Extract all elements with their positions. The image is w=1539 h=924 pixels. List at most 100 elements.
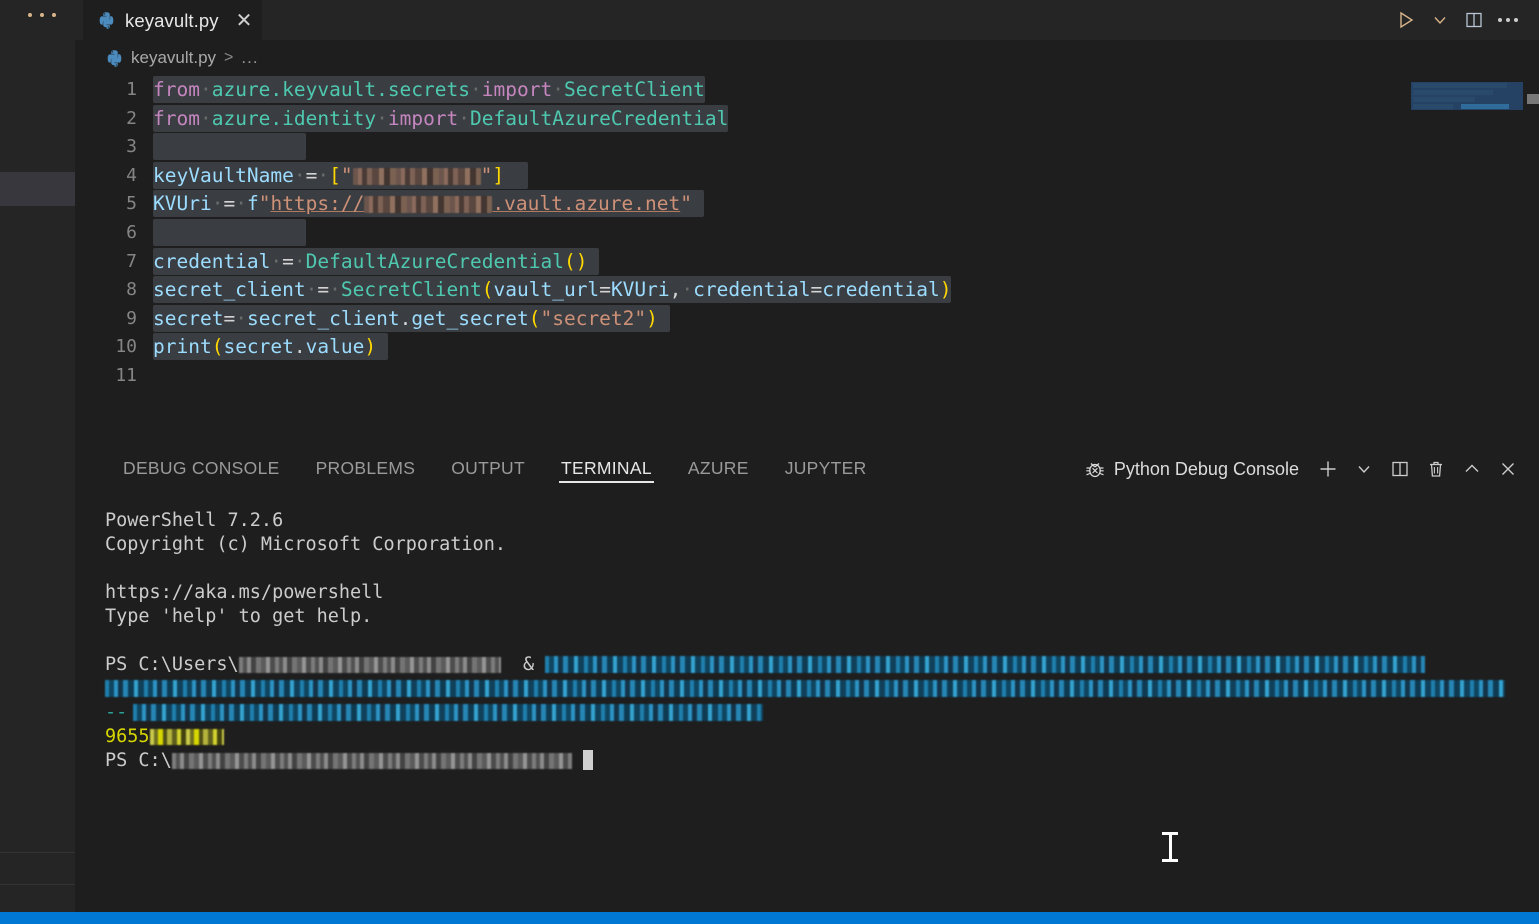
token-import: import — [387, 106, 459, 130]
line-number: 4 — [126, 164, 137, 186]
token-module: azure.keyvault.secrets — [211, 78, 470, 101]
token-close-paren: ) — [646, 306, 658, 330]
panel-tab-label: TERMINAL — [560, 458, 652, 478]
line-number: 10 — [115, 336, 137, 358]
breadcrumb-overflow[interactable]: ... — [241, 48, 258, 68]
activity-sidebar — [0, 0, 75, 912]
tab-terminal[interactable]: TERMINAL — [543, 443, 670, 495]
tab-output[interactable]: OUTPUT — [433, 443, 543, 495]
line-number: 9 — [126, 307, 137, 329]
token-close-paren: ) — [364, 335, 377, 359]
token-kvuri: KVUri — [153, 192, 212, 216]
panel-header: DEBUG CONSOLE PROBLEMS OUTPUT TERMINAL A… — [75, 443, 1539, 495]
terminal-prompt: PS C:\ — [105, 750, 172, 771]
token-open-bracket: [ — [329, 163, 341, 187]
code-line-5[interactable]: KVUri·=·f"https://.vault.azure.net" — [145, 190, 1539, 219]
token-secret2: "secret2" — [540, 306, 647, 330]
terminal-output[interactable]: PowerShell 7.2.6 Copyright (c) Microsoft… — [75, 495, 1539, 912]
minimap-row — [1413, 83, 1507, 88]
terminal-output-value: 9655 — [105, 726, 150, 747]
maximize-panel-icon[interactable] — [1455, 452, 1489, 486]
terminal-line: Copyright (c) Microsoft Corporation. — [105, 534, 506, 555]
line-number: 5 — [126, 193, 137, 215]
minimap-row — [1461, 104, 1509, 109]
panel-tabs: DEBUG CONSOLE PROBLEMS OUTPUT TERMINAL A… — [75, 443, 885, 495]
terminal-line: PowerShell 7.2.6 — [105, 510, 284, 531]
terminal-dropdown-icon[interactable] — [1347, 452, 1381, 486]
editor-minimap[interactable] — [1403, 76, 1527, 443]
token-comma: , — [669, 278, 682, 302]
token-kvuri: KVUri — [610, 278, 670, 302]
terminal-line-output: 9655 — [105, 725, 1539, 749]
tab-label: keyavult.py — [125, 9, 219, 31]
token-equals: = — [282, 249, 294, 273]
code-line-6[interactable] — [145, 218, 1539, 248]
breadcrumb-file[interactable]: keyavult.py — [131, 48, 216, 68]
bottom-panel: DEBUG CONSOLE PROBLEMS OUTPUT TERMINAL A… — [75, 443, 1539, 912]
editor-scrollbar-thumb[interactable] — [1527, 94, 1539, 104]
chevron-down-icon[interactable] — [1423, 3, 1457, 37]
token-equals: = — [223, 192, 236, 216]
code-line-2[interactable]: from·azure.identity·import·DefaultAzureC… — [145, 104, 1539, 134]
panel-actions: Python Debug Console — [1078, 443, 1525, 495]
breadcrumb-separator: > — [224, 49, 234, 66]
token-equals: = — [317, 278, 330, 302]
status-bar[interactable] — [0, 912, 1539, 924]
kill-terminal-icon[interactable] — [1419, 452, 1453, 486]
terminal-line-prompt[interactable]: PS C:\ — [105, 749, 1539, 773]
terminal-name-label[interactable]: Python Debug Console — [1114, 459, 1299, 480]
code-line-8[interactable]: secret_client·=·SecretClient(vault_url=K… — [145, 276, 1539, 305]
token-open-paren: ( — [563, 249, 576, 273]
redacted-output — [149, 729, 224, 745]
token-secret: secret — [153, 306, 224, 330]
new-terminal-icon[interactable] — [1311, 452, 1345, 486]
code-line-1[interactable]: from·azure.keyvault.secrets·import·Secre… — [145, 76, 1539, 105]
token-secretclient: SecretClient — [340, 278, 482, 302]
close-icon[interactable]: ✕ — [236, 11, 253, 31]
breadcrumb[interactable]: keyavult.py > ... — [75, 40, 1539, 76]
terminal-line-command: PS C:\Users\ & — [105, 653, 1539, 677]
code-line-9[interactable]: secret=·secret_client.get_secret("secret… — [145, 304, 1539, 334]
split-terminal-icon[interactable] — [1383, 452, 1417, 486]
terminal-line-command-cont — [105, 677, 1539, 701]
sidebar-selected-row[interactable] — [0, 172, 75, 206]
tab-azure[interactable]: AZURE — [670, 443, 767, 495]
line-number: 8 — [126, 279, 137, 301]
token-vault-url: vault_url — [493, 278, 600, 302]
token-keyvaultname: keyVaultName — [153, 163, 294, 187]
code-editor[interactable]: 1 2 3 4 5 6 7 8 9 10 11 from·azure.keyva… — [75, 76, 1539, 443]
token-open-paren: ( — [211, 335, 224, 359]
token-defaultazurecredential: DefaultAzureCredential — [305, 249, 564, 273]
more-actions-icon[interactable] — [1491, 3, 1525, 37]
tab-jupyter[interactable]: JUPYTER — [767, 443, 885, 495]
tab-problems[interactable]: PROBLEMS — [298, 443, 434, 495]
panel-tab-label: AZURE — [687, 458, 749, 478]
terminal-dash: -- — [105, 702, 128, 723]
panel-tab-label: JUPYTER — [784, 458, 867, 478]
code-line-3[interactable] — [145, 133, 1539, 162]
token-f-prefix: f — [246, 192, 259, 216]
split-editor-icon[interactable] — [1457, 3, 1491, 37]
code-lines[interactable]: from·azure.keyvault.secrets·import·Secre… — [145, 76, 1539, 443]
tab-debug-console[interactable]: DEBUG CONSOLE — [105, 443, 298, 495]
code-line-7[interactable]: credential·=·DefaultAzureCredential() — [145, 247, 1539, 277]
token-print: print — [153, 335, 212, 359]
sidebar-more-icon[interactable] — [28, 7, 56, 23]
python-file-icon — [107, 49, 122, 67]
tab-keyavult-py[interactable]: keyavult.py ✕ — [83, 0, 263, 40]
redacted-user-path — [238, 657, 501, 673]
python-file-icon — [99, 12, 114, 29]
debug-console-icon — [1078, 452, 1112, 486]
token-equals: = — [305, 163, 318, 187]
token-from: from — [153, 78, 200, 101]
token-get-secret: get_secret — [411, 306, 529, 330]
code-line-11[interactable] — [145, 362, 1539, 391]
minimap-row — [1413, 104, 1453, 109]
close-panel-icon[interactable] — [1491, 452, 1525, 486]
token-close-bracket: ] — [492, 163, 505, 187]
run-python-file-icon[interactable] — [1389, 3, 1423, 37]
code-line-10[interactable]: print(secret.value) — [145, 333, 1539, 362]
code-line-4[interactable]: keyVaultName·=·[" "] — [145, 161, 1539, 191]
editor-scrollbar[interactable] — [1527, 76, 1539, 443]
